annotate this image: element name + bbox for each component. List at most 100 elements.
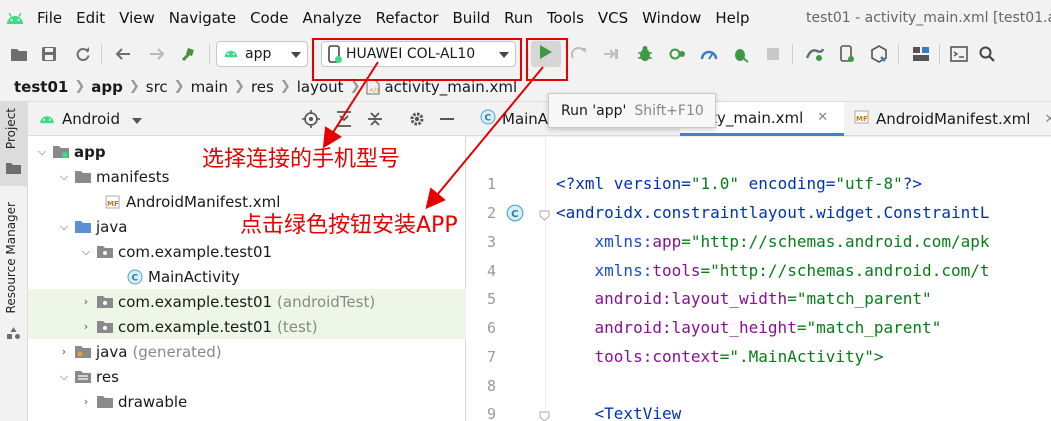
svg-text:MF: MF xyxy=(107,200,119,208)
save-icon[interactable] xyxy=(38,43,60,65)
chevron-right-icon[interactable]: › xyxy=(78,320,94,333)
menu-window[interactable]: Window xyxy=(635,0,708,36)
chevron-right-icon[interactable]: › xyxy=(78,395,94,408)
gradle-sync-icon[interactable] xyxy=(804,43,826,65)
breadcrumb-project[interactable]: test01 xyxy=(14,78,68,96)
tree-item-package[interactable]: ⌵ com.example.test01 xyxy=(28,239,466,264)
menu-navigate[interactable]: Navigate xyxy=(162,0,243,36)
expand-all-icon[interactable] xyxy=(333,108,355,130)
terminal-icon[interactable] xyxy=(948,43,970,65)
menu-tools[interactable]: Tools xyxy=(540,0,591,36)
chevron-down-icon[interactable]: ⌵ xyxy=(56,220,72,234)
code-token: context xyxy=(652,347,720,366)
menu-view[interactable]: View xyxy=(112,0,162,36)
chevron-down-icon[interactable]: ⌵ xyxy=(56,170,72,184)
gear-icon[interactable] xyxy=(406,108,428,130)
tree-item-res[interactable]: ⌵ res xyxy=(28,364,466,389)
window-title: test01 - activity_main.xml [test01.a xyxy=(806,10,1051,26)
chevron-right-icon: ❯ xyxy=(128,79,140,94)
menu-run[interactable]: Run xyxy=(497,0,540,36)
back-icon[interactable] xyxy=(112,43,134,65)
class-gutter-icon[interactable]: C xyxy=(506,204,524,226)
svg-text:C: C xyxy=(485,114,492,124)
menu-refactor[interactable]: Refactor xyxy=(369,0,446,36)
project-view-selector[interactable]: Android xyxy=(38,102,142,136)
code-token: android: xyxy=(556,289,672,308)
breadcrumb-main[interactable]: main xyxy=(191,78,228,96)
tree-item-java-generated[interactable]: › java (generated) xyxy=(28,339,466,364)
build-hammer-icon[interactable] xyxy=(178,43,200,65)
code-token: encoding= xyxy=(739,174,836,193)
tab-mainactivity[interactable]: C MainA xyxy=(472,102,556,136)
line-number: 4 xyxy=(486,262,496,280)
project-tool-tab[interactable]: Project xyxy=(0,102,27,186)
resources-folder-icon xyxy=(74,369,92,385)
tree-item-package-androidtest[interactable]: › com.example.test01 (androidTest) xyxy=(28,289,466,314)
annotation-select-device: 选择连接的手机型号 xyxy=(202,147,401,172)
tree-item-drawable[interactable]: › drawable xyxy=(28,389,466,414)
code-token: app xyxy=(652,232,682,251)
search-icon[interactable] xyxy=(976,43,998,65)
close-icon[interactable]: ✕ xyxy=(817,110,828,125)
menu-edit[interactable]: Edit xyxy=(69,0,112,36)
package-folder-icon xyxy=(96,319,114,335)
menu-vcs[interactable]: VCS xyxy=(591,0,635,36)
profile-icon[interactable] xyxy=(667,43,689,65)
toolbar-separator xyxy=(898,44,899,64)
fold-icon[interactable] xyxy=(539,410,550,421)
hide-panel-icon[interactable] xyxy=(436,108,458,130)
menu-help[interactable]: Help xyxy=(708,0,756,36)
android-studio-logo-icon xyxy=(0,0,30,36)
run-configuration-select[interactable]: app xyxy=(216,41,308,67)
project-structure-icon[interactable] xyxy=(910,43,932,65)
tab-androidmanifest[interactable]: MF AndroidManifest.xml ✕ xyxy=(846,102,1051,136)
code-token: <androidx.constraintlayout.widget.Constr… xyxy=(556,203,990,222)
annotation-click-run: 点击绿色按钮安装APP xyxy=(240,213,458,238)
profiler-gauge-icon[interactable] xyxy=(698,43,720,65)
tree-item-package-test[interactable]: › com.example.test01 (test) xyxy=(28,314,466,339)
code-line: xmlns:app="http://schemas.android.com/ap… xyxy=(556,232,990,251)
debug-icon[interactable] xyxy=(634,43,656,65)
tree-item-mainactivity[interactable]: C MainActivity xyxy=(28,264,466,289)
locate-target-icon[interactable] xyxy=(300,108,322,130)
package-folder-icon xyxy=(96,244,114,260)
chevron-right-icon[interactable]: › xyxy=(56,345,72,358)
manifest-file-icon: MF xyxy=(854,109,870,129)
run-tooltip: Run 'app' Shift+F10 xyxy=(548,93,716,128)
chevron-down-icon[interactable]: ⌵ xyxy=(78,245,94,259)
breadcrumb-module[interactable]: app xyxy=(91,78,123,96)
tree-item-qualifier: (androidTest) xyxy=(277,292,376,311)
android-view-icon xyxy=(38,102,56,136)
menu-code[interactable]: Code xyxy=(243,0,295,36)
attach-debugger-icon[interactable] xyxy=(730,43,752,65)
code-token: <?xml version= xyxy=(556,174,691,193)
code-token: tools: xyxy=(556,347,653,366)
fold-icon[interactable] xyxy=(539,209,550,225)
sync-icon[interactable] xyxy=(72,43,94,65)
menu-file[interactable]: File xyxy=(30,0,69,36)
code-editor[interactable]: 1 2 3 4 5 6 7 8 9 C <?xml version="1.0" … xyxy=(466,137,1051,421)
code-line: tools:context=".MainActivity"> xyxy=(556,347,884,366)
chevron-down-icon[interactable]: ⌵ xyxy=(34,145,50,159)
resource-manager-tab[interactable]: Resource Manager xyxy=(4,202,18,313)
stop-icon[interactable] xyxy=(762,43,784,65)
menu-analyze[interactable]: Analyze xyxy=(295,0,368,36)
editor-gutter: 1 2 3 4 5 6 7 8 9 C xyxy=(466,137,550,421)
line-number: 1 xyxy=(486,175,496,193)
breadcrumb-src[interactable]: src xyxy=(146,78,168,96)
apply-changes-icon[interactable] xyxy=(568,43,590,65)
device-manager-icon[interactable] xyxy=(836,43,858,65)
close-icon[interactable]: ✕ xyxy=(1044,112,1051,127)
chevron-right-icon[interactable]: › xyxy=(78,295,94,308)
sdk-manager-icon[interactable] xyxy=(868,43,890,65)
chevron-down-icon[interactable]: ⌵ xyxy=(56,370,72,384)
collapse-all-icon[interactable] xyxy=(364,108,386,130)
menu-build[interactable]: Build xyxy=(446,0,498,36)
open-folder-icon[interactable] xyxy=(8,43,30,65)
code-line: <androidx.constraintlayout.widget.Constr… xyxy=(556,203,989,222)
tree-item-label: java xyxy=(96,342,128,361)
apply-code-changes-icon[interactable] xyxy=(600,43,622,65)
breadcrumb-res[interactable]: res xyxy=(251,78,274,96)
chevron-down-icon xyxy=(291,46,301,62)
forward-icon[interactable] xyxy=(146,43,168,65)
